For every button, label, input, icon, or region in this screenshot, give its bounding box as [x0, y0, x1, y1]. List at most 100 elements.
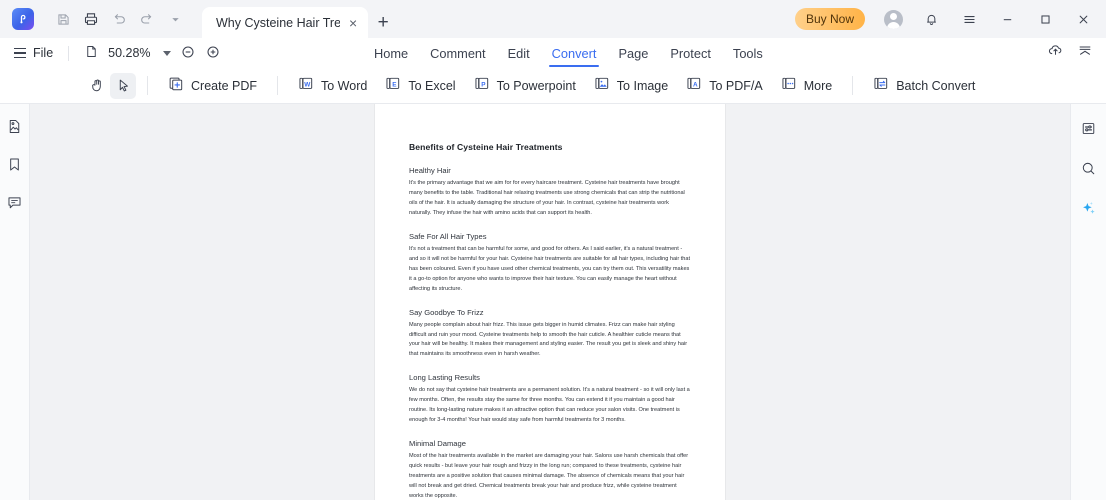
- to-word-icon: W: [298, 76, 314, 95]
- menu-separator: [68, 45, 70, 61]
- more-label: More: [803, 78, 833, 93]
- comments-icon[interactable]: [3, 190, 27, 214]
- minimize-button[interactable]: [990, 0, 1024, 38]
- undo-icon[interactable]: [106, 6, 132, 32]
- to-word-button[interactable]: W To Word: [289, 72, 376, 100]
- pdf-page: Benefits of Cysteine Hair Treatments Hea…: [375, 104, 725, 500]
- menu-bar-right-group: [1047, 42, 1106, 64]
- batch-convert-icon: [873, 76, 889, 95]
- collapse-ribbon-icon[interactable]: [1077, 43, 1093, 64]
- svg-text:E: E: [393, 81, 398, 88]
- document-title: Benefits of Cysteine Hair Treatments: [409, 142, 563, 152]
- tab-strip: Why Cysteine Hair Treat... × +: [202, 0, 398, 38]
- section-body: Many people complain about hair frizz. T…: [409, 321, 688, 358]
- file-menu-button[interactable]: File: [14, 46, 53, 60]
- section-body: Most of the hair treatments available in…: [409, 453, 689, 500]
- create-pdf-label: Create PDF: [191, 78, 257, 93]
- svg-text:W: W: [304, 81, 311, 88]
- create-pdf-button[interactable]: Create PDF: [159, 72, 266, 100]
- thumbnails-icon[interactable]: [3, 114, 27, 138]
- create-pdf-icon: [168, 76, 184, 95]
- select-tool-icon[interactable]: [110, 72, 136, 99]
- page-fit-icon[interactable]: [84, 44, 99, 62]
- title-bar: Why Cysteine Hair Treat... × + Buy Now: [0, 0, 1106, 38]
- toolbar-separator: [277, 76, 278, 95]
- to-pdfa-icon: A: [686, 76, 702, 95]
- window-controls-group: Buy Now: [794, 0, 1106, 38]
- workspace: Benefits of Cysteine Hair Treatments Hea…: [0, 104, 1106, 500]
- ribbon-tab-protect[interactable]: Protect: [670, 38, 711, 68]
- menu-bar: File 50.28% Home Comment Edit Convert Pa…: [0, 38, 1106, 68]
- maximize-button[interactable]: [1028, 0, 1062, 38]
- bookmarks-icon[interactable]: [3, 152, 27, 176]
- to-image-icon: [594, 76, 610, 95]
- notifications-bell-icon[interactable]: [914, 0, 948, 38]
- zoom-level-value[interactable]: 50.28%: [108, 46, 154, 60]
- to-pdfa-label: To PDF/A: [709, 78, 763, 93]
- batch-convert-button[interactable]: Batch Convert: [864, 72, 984, 100]
- right-sidebar: [1070, 104, 1106, 500]
- left-sidebar: [0, 104, 30, 500]
- ribbon-tab-tools[interactable]: Tools: [733, 38, 763, 68]
- to-excel-button[interactable]: E To Excel: [376, 72, 464, 100]
- toolbar-separator: [147, 76, 148, 95]
- quick-access-toolbar: [50, 6, 188, 32]
- to-powerpoint-button[interactable]: P To Powerpoint: [465, 72, 585, 100]
- to-image-button[interactable]: To Image: [585, 72, 677, 100]
- document-section: Healthy Hair It's the primary advantage …: [409, 166, 691, 219]
- document-section: Safe For All Hair Types It's not a treat…: [409, 232, 691, 295]
- chevron-down-icon[interactable]: [162, 6, 188, 32]
- hand-tool-icon[interactable]: [84, 73, 110, 99]
- ribbon-tab-bar: Home Comment Edit Convert Page Protect T…: [374, 38, 763, 68]
- hamburger-icon: [14, 47, 26, 59]
- convert-toolbar: Create PDF W To Word E To Excel P To Pow…: [0, 68, 1106, 104]
- app-menu-icon[interactable]: [952, 0, 986, 38]
- file-menu-label: File: [33, 46, 54, 60]
- new-tab-button[interactable]: +: [368, 7, 398, 38]
- ribbon-tab-convert[interactable]: Convert: [548, 38, 600, 68]
- to-pdfa-button[interactable]: A To PDF/A: [677, 72, 772, 100]
- svg-text:P: P: [481, 81, 486, 88]
- document-section: Say Goodbye To Frizz Many people complai…: [409, 308, 691, 361]
- section-body: It's not a treatment that can be harmful…: [409, 245, 691, 292]
- document-tab[interactable]: Why Cysteine Hair Treat... ×: [202, 7, 369, 38]
- avatar[interactable]: [884, 9, 903, 29]
- zoom-dropdown-caret-icon[interactable]: [163, 50, 172, 56]
- section-heading: Safe For All Hair Types: [409, 231, 487, 241]
- ai-sparkle-icon[interactable]: [1077, 196, 1101, 220]
- zoom-controls: 50.28%: [84, 44, 221, 63]
- section-body: It's the primary advantage that we aim f…: [409, 180, 685, 216]
- section-heading: Long Lasting Results: [409, 373, 480, 383]
- application-window: Why Cysteine Hair Treat... × + Buy Now: [0, 0, 1106, 500]
- to-powerpoint-icon: P: [474, 76, 490, 95]
- print-icon[interactable]: [78, 6, 104, 32]
- zoom-in-icon[interactable]: [205, 44, 221, 63]
- buy-now-button[interactable]: Buy Now: [794, 8, 865, 30]
- more-icon: [781, 76, 797, 95]
- ribbon-tab-home[interactable]: Home: [374, 38, 408, 68]
- cloud-upload-icon[interactable]: [1047, 42, 1064, 64]
- document-section: Minimal Damage Most of the hair treatmen…: [409, 439, 691, 500]
- to-powerpoint-label: To Powerpoint: [496, 78, 576, 93]
- section-body: We do not say that cysteine hair treatme…: [409, 387, 690, 424]
- ribbon-tab-edit[interactable]: Edit: [508, 38, 530, 68]
- app-logo-icon: [12, 8, 34, 30]
- redo-icon[interactable]: [134, 6, 160, 32]
- close-button[interactable]: [1066, 0, 1100, 38]
- tab-title: Why Cysteine Hair Treat...: [216, 15, 340, 30]
- toolbar-separator: [852, 76, 854, 95]
- section-heading: Say Goodbye To Frizz: [409, 307, 484, 317]
- zoom-out-icon[interactable]: [180, 44, 196, 63]
- pdf-viewer[interactable]: Benefits of Cysteine Hair Treatments Hea…: [30, 104, 1070, 500]
- batch-convert-label: Batch Convert: [896, 78, 976, 93]
- ribbon-tab-page[interactable]: Page: [618, 38, 648, 68]
- search-icon[interactable]: [1077, 156, 1101, 180]
- save-icon[interactable]: [50, 6, 76, 32]
- more-button[interactable]: More: [772, 72, 841, 100]
- to-word-label: To Word: [321, 78, 368, 93]
- form-properties-icon[interactable]: [1077, 116, 1101, 140]
- to-image-label: To Image: [616, 78, 669, 93]
- tab-close-icon[interactable]: ×: [349, 16, 357, 30]
- section-heading: Healthy Hair: [409, 166, 451, 175]
- ribbon-tab-comment[interactable]: Comment: [430, 38, 485, 68]
